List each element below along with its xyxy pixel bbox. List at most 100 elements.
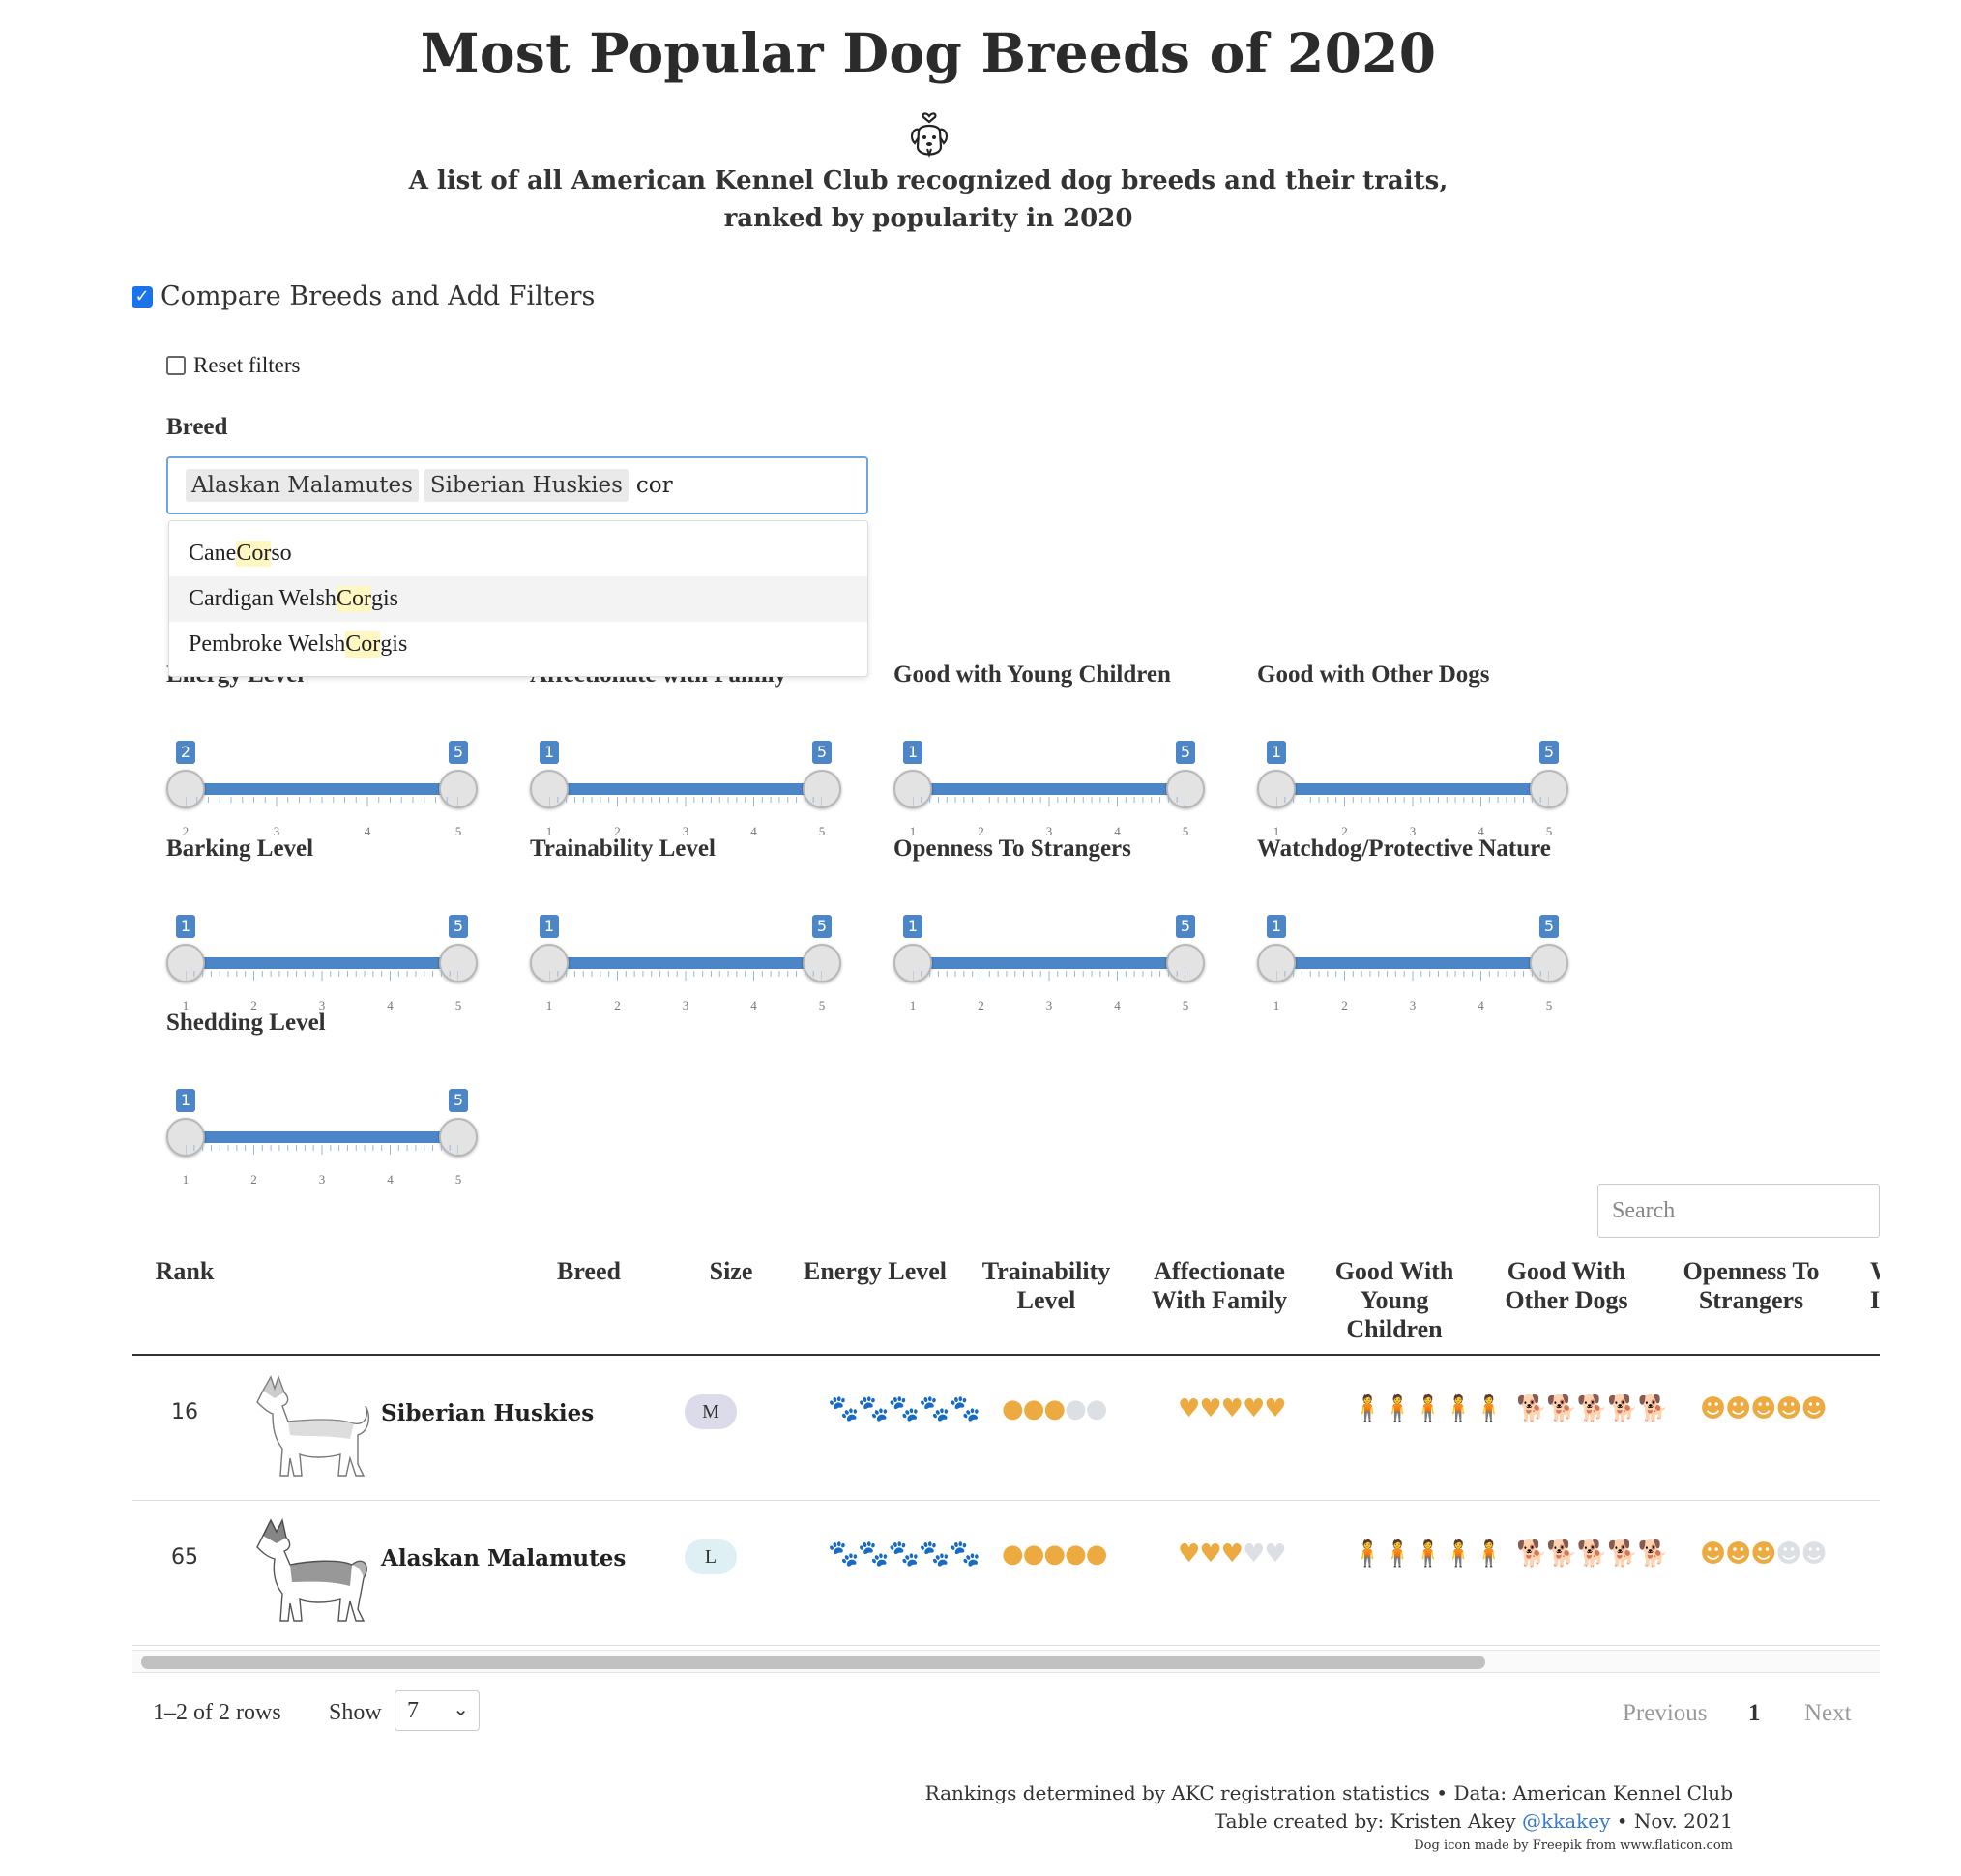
slider-tick-label: 3 bbox=[682, 998, 689, 1012]
range-slider[interactable]: 1 5 12345 bbox=[893, 741, 1205, 838]
breed-typed-text[interactable]: cor bbox=[636, 473, 673, 498]
slider-tick-label: 1 bbox=[1273, 998, 1280, 1012]
subtitle-line-2: ranked by popularity in 2020 bbox=[723, 204, 1133, 233]
column-header-breed[interactable]: Breed bbox=[315, 1257, 857, 1286]
column-header-energy-level[interactable]: Energy Level bbox=[793, 1257, 957, 1286]
reset-filters-toggle[interactable]: Reset filters bbox=[166, 353, 301, 378]
scrollbar-thumb[interactable] bbox=[141, 1656, 1485, 1669]
filter-barking-level: Barking Level 1 5 12345 bbox=[166, 835, 478, 1012]
paw-icon: 🐾 bbox=[919, 1394, 950, 1423]
current-page-button[interactable]: 1 bbox=[1748, 1700, 1761, 1727]
row-rank: 16 bbox=[171, 1400, 198, 1424]
child-icon: 🧍 bbox=[1352, 1394, 1383, 1423]
strangers-rating: ☻☻☻☻☻ bbox=[1700, 1394, 1828, 1423]
smiley-icon: ☻ bbox=[1725, 1394, 1751, 1423]
author-twitter-link[interactable]: @kkakey bbox=[1522, 1809, 1610, 1832]
range-slider[interactable]: 1 5 12345 bbox=[893, 915, 1205, 1012]
column-header-size[interactable]: Size bbox=[692, 1257, 770, 1286]
range-slider[interactable]: 1 5 12345 bbox=[166, 1089, 478, 1187]
compare-checkbox[interactable]: ✓ bbox=[132, 285, 153, 308]
range-slider[interactable]: 1 5 12345 bbox=[530, 741, 841, 838]
column-header-good-with-other-dogs[interactable]: Good With Other Dogs bbox=[1499, 1257, 1634, 1315]
paw-icon: 🐾 bbox=[949, 1539, 980, 1568]
breed-chip[interactable]: Siberian Huskies bbox=[424, 469, 629, 502]
next-page-button[interactable]: Next bbox=[1804, 1700, 1852, 1727]
range-slider[interactable]: 1 5 12345 bbox=[166, 915, 478, 1012]
slider-tick-labels: 1 2 3 4 5 bbox=[530, 998, 859, 1017]
slider-ticks bbox=[186, 797, 458, 806]
breeds-table: Rank Breed Size Energy Level Trainabilit… bbox=[132, 1247, 1880, 1673]
subtitle-line-1: A list of all American Kennel Club recog… bbox=[408, 166, 1449, 195]
option-text: gis bbox=[370, 586, 398, 611]
previous-page-button[interactable]: Previous bbox=[1623, 1700, 1708, 1727]
dog-icon: 🐕 bbox=[1546, 1539, 1577, 1568]
compare-toggle[interactable]: ✓ Compare Breeds and Add Filters bbox=[132, 281, 595, 311]
dog-icon: 🐕 bbox=[1516, 1394, 1547, 1423]
row-breed-name[interactable]: Alaskan Malamutes bbox=[381, 1545, 626, 1571]
min-value-badge: 1 bbox=[1267, 915, 1286, 938]
column-header-trainability-level[interactable]: Trainability Level bbox=[969, 1257, 1124, 1315]
filter-label: Good with Young Children bbox=[893, 661, 1171, 688]
smiley-icon: ☻ bbox=[1725, 1539, 1751, 1568]
breed-select-input[interactable]: Alaskan Malamutes Siberian Huskies cor bbox=[166, 456, 868, 514]
heart-icon: ♥ bbox=[1242, 1394, 1265, 1423]
range-slider[interactable]: 1 5 12345 bbox=[1257, 915, 1568, 1012]
smiley-icon: ☻ bbox=[1800, 1539, 1827, 1568]
column-header-watchdog-cutoff[interactable]: WI bbox=[1870, 1257, 1880, 1315]
other-dogs-rating: 🐕🐕🐕🐕🐕 bbox=[1516, 1539, 1669, 1568]
slider-tick-label: 2 bbox=[1341, 998, 1348, 1012]
smiley-icon: ☻ bbox=[1750, 1394, 1776, 1423]
breed-option[interactable]: Cardigan Welsh Cor gis bbox=[169, 576, 867, 622]
dog-icon: 🐕 bbox=[1546, 1394, 1577, 1423]
min-value-badge: 1 bbox=[176, 1089, 195, 1112]
slider-tick-label: 2 bbox=[614, 998, 621, 1012]
page-size-value: 7 bbox=[407, 1697, 419, 1723]
range-slider[interactable]: 1 5 12345 bbox=[1257, 741, 1568, 838]
heart-icon: ♥ bbox=[1264, 1539, 1286, 1568]
min-value-badge: 1 bbox=[1267, 741, 1286, 764]
paw-icon: 🐾 bbox=[828, 1539, 859, 1568]
page-subtitle: A list of all American Kennel Club recog… bbox=[0, 162, 1857, 238]
page-title: Most Popular Dog Breeds of 2020 bbox=[420, 21, 1437, 84]
smiley-icon: ☻ bbox=[1775, 1394, 1801, 1423]
min-value-badge: 1 bbox=[903, 741, 922, 764]
heart-icon: ♥ bbox=[1199, 1394, 1221, 1423]
child-icon: 🧍 bbox=[1412, 1394, 1444, 1423]
option-text: Cardigan Welsh bbox=[189, 586, 337, 611]
option-text: Cane bbox=[189, 541, 237, 566]
reset-filters-checkbox[interactable] bbox=[166, 356, 186, 375]
column-header-good-with-young-children[interactable]: Good With Young Children bbox=[1327, 1257, 1462, 1344]
max-value-badge: 5 bbox=[1539, 741, 1559, 764]
slider-tick-label: 3 bbox=[1409, 998, 1417, 1012]
slider-tick-label: 2 bbox=[250, 1172, 257, 1187]
option-match-highlight: Cor bbox=[345, 631, 381, 658]
range-slider[interactable]: 1 5 12345 bbox=[530, 915, 841, 1012]
breed-option[interactable]: Cane Cor so bbox=[169, 531, 867, 576]
smiley-icon: ☻ bbox=[1700, 1394, 1726, 1423]
row-breed-name[interactable]: Siberian Huskies bbox=[381, 1400, 594, 1426]
search-input[interactable] bbox=[1597, 1184, 1880, 1238]
breed-option[interactable]: Pembroke Welsh Cor gis bbox=[169, 622, 867, 667]
slider-tick-label: 3 bbox=[318, 1172, 326, 1187]
slider-tick-label: 4 bbox=[750, 998, 757, 1012]
paw-icon: 🐾 bbox=[858, 1394, 889, 1423]
column-header-affectionate-with-family[interactable]: Affectionate With Family bbox=[1137, 1257, 1302, 1315]
dog-icon: 🐕 bbox=[1637, 1539, 1669, 1568]
slider-track bbox=[186, 783, 458, 795]
slider-ticks bbox=[186, 971, 458, 981]
range-slider[interactable]: 2 5 2345 bbox=[166, 741, 478, 838]
page-size-select[interactable]: 7 ⌄ bbox=[395, 1690, 480, 1731]
horizontal-scrollbar[interactable] bbox=[132, 1650, 1880, 1673]
option-match-highlight: Cor bbox=[336, 586, 371, 612]
table-row: 16 Siberian Huskies M 🐾🐾🐾🐾🐾 ●●●●● ♥♥♥♥♥ … bbox=[132, 1356, 1880, 1501]
child-icon: 🧍 bbox=[1443, 1394, 1474, 1423]
slider-tick-label: 5 bbox=[1545, 998, 1553, 1012]
breed-chip[interactable]: Alaskan Malamutes bbox=[186, 469, 419, 502]
slider-track bbox=[1276, 783, 1549, 795]
column-header-openness-to-strangers[interactable]: Openness To Strangers bbox=[1669, 1257, 1833, 1315]
max-value-badge: 5 bbox=[812, 915, 832, 938]
heart-icon: ♥ bbox=[1178, 1394, 1200, 1423]
column-header-rank[interactable]: Rank bbox=[132, 1257, 238, 1286]
alaskan-malamute-image bbox=[256, 1517, 367, 1622]
min-value-badge: 1 bbox=[176, 915, 195, 938]
